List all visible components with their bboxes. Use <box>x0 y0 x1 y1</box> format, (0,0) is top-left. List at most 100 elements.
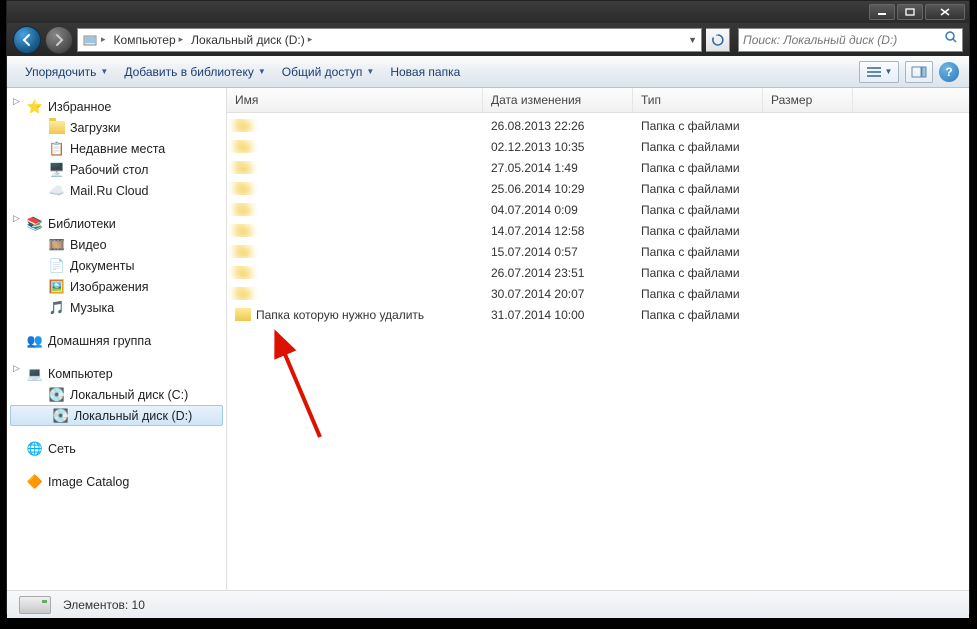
file-row[interactable]: 30.07.2014 20:07Папка с файлами <box>227 283 969 304</box>
file-date-cell: 04.07.2014 0:09 <box>483 203 633 217</box>
column-headers: Имя Дата изменения Тип Размер <box>227 88 969 113</box>
address-text: Компьютер <box>114 33 176 47</box>
address-segment-computer[interactable]: Компьютер▸ <box>110 29 188 51</box>
image-icon: 🖼️ <box>49 279 65 295</box>
explorer-window: ▸ Компьютер▸ Локальный диск (D:)▸ ▼ Упор… <box>6 0 970 614</box>
tree-drive-c[interactable]: 💽Локальный диск (C:) <box>7 384 226 405</box>
address-text: Локальный диск (D:) <box>191 33 305 47</box>
status-bar: Элементов: 10 <box>7 590 969 618</box>
desktop-icon: 🖥️ <box>49 162 65 178</box>
tree-images[interactable]: 🖼️Изображения <box>7 276 226 297</box>
back-button[interactable] <box>13 26 41 54</box>
tree-videos[interactable]: 🎞️Видео <box>7 234 226 255</box>
help-button[interactable]: ? <box>939 62 959 82</box>
navigation-pane: ▷⭐Избранное Загрузки 📋Недавние места 🖥️Р… <box>7 88 227 590</box>
network-icon: 🌐 <box>27 441 43 457</box>
close-button[interactable] <box>925 4 965 20</box>
column-size[interactable]: Размер <box>763 88 853 112</box>
file-date-cell: 26.07.2014 23:51 <box>483 266 633 280</box>
new-folder-button[interactable]: Новая папка <box>382 61 468 83</box>
tree-network[interactable]: 🌐Сеть <box>7 438 226 459</box>
folder-icon <box>235 182 251 195</box>
tree-favorites[interactable]: ⭐Избранное <box>7 96 226 117</box>
folder-icon <box>235 245 251 258</box>
file-row[interactable]: 15.07.2014 0:57Папка с файлами <box>227 241 969 262</box>
view-mode-button[interactable]: ▼ <box>859 61 899 83</box>
folder-icon <box>235 161 251 174</box>
file-row[interactable]: 02.12.2013 10:35Папка с файлами <box>227 136 969 157</box>
file-row[interactable]: Папка которую нужно удалить31.07.2014 10… <box>227 304 969 325</box>
file-name-cell: Папка которую нужно удалить <box>227 308 483 322</box>
folder-icon <box>235 203 251 216</box>
tree-libraries[interactable]: 📚Библиотеки <box>7 213 226 234</box>
tree-music[interactable]: 🎵Музыка <box>7 297 226 318</box>
tree-drive-d[interactable]: 💽Локальный диск (D:) <box>10 405 223 426</box>
computer-icon: 💻 <box>27 366 43 382</box>
minimize-button[interactable] <box>869 4 895 20</box>
tree-downloads[interactable]: Загрузки <box>7 117 226 138</box>
file-row[interactable]: 26.08.2013 22:26Папка с файлами <box>227 115 969 136</box>
refresh-button[interactable] <box>706 28 730 52</box>
address-segment-drive[interactable]: Локальный диск (D:)▸ <box>187 29 316 51</box>
folder-icon <box>235 119 251 132</box>
column-date[interactable]: Дата изменения <box>483 88 633 112</box>
share-button[interactable]: Общий доступ▼ <box>274 61 383 83</box>
file-type-cell: Папка с файлами <box>633 245 763 259</box>
file-name-cell <box>227 161 483 174</box>
tree-image-catalog[interactable]: 🔶Image Catalog <box>7 471 226 492</box>
tree-computer[interactable]: 💻Компьютер <box>7 363 226 384</box>
address-root-icon[interactable]: ▸ <box>78 29 110 51</box>
column-type[interactable]: Тип <box>633 88 763 112</box>
search-input[interactable] <box>743 33 944 47</box>
status-item-count: Элементов: 10 <box>63 598 145 612</box>
file-name-cell <box>227 203 483 216</box>
maximize-button[interactable] <box>897 4 923 20</box>
tree-desktop[interactable]: 🖥️Рабочий стол <box>7 159 226 180</box>
address-dropdown-icon[interactable]: ▼ <box>684 29 701 51</box>
file-row[interactable]: 04.07.2014 0:09Папка с файлами <box>227 199 969 220</box>
tree-toggle-icon[interactable]: ▷ <box>13 363 20 374</box>
folder-icon <box>235 140 251 153</box>
file-type-cell: Папка с файлами <box>633 119 763 133</box>
homegroup-icon: 👥 <box>27 333 43 349</box>
tree-documents[interactable]: 📄Документы <box>7 255 226 276</box>
file-name-cell <box>227 182 483 195</box>
file-date-cell: 15.07.2014 0:57 <box>483 245 633 259</box>
file-row[interactable]: 25.06.2014 10:29Папка с файлами <box>227 178 969 199</box>
file-name-cell <box>227 266 483 279</box>
file-type-cell: Папка с файлами <box>633 266 763 280</box>
address-bar[interactable]: ▸ Компьютер▸ Локальный диск (D:)▸ ▼ <box>77 28 702 52</box>
drive-icon: 💽 <box>49 387 65 403</box>
file-type-cell: Папка с файлами <box>633 203 763 217</box>
preview-pane-button[interactable] <box>905 61 933 83</box>
file-type-cell: Папка с файлами <box>633 308 763 322</box>
drive-icon: 💽 <box>53 408 69 424</box>
file-date-cell: 25.06.2014 10:29 <box>483 182 633 196</box>
file-rows: 26.08.2013 22:26Папка с файлами 02.12.20… <box>227 113 969 327</box>
file-type-cell: Папка с файлами <box>633 287 763 301</box>
tree-toggle-icon[interactable]: ▷ <box>13 96 20 107</box>
tree-homegroup[interactable]: 👥Домашняя группа <box>7 330 226 351</box>
search-box[interactable] <box>738 28 963 52</box>
file-type-cell: Папка с файлами <box>633 182 763 196</box>
file-row[interactable]: 14.07.2014 12:58Папка с файлами <box>227 220 969 241</box>
file-date-cell: 31.07.2014 10:00 <box>483 308 633 322</box>
tree-recent-places[interactable]: 📋Недавние места <box>7 138 226 159</box>
file-name-cell <box>227 287 483 300</box>
library-icon: 📚 <box>27 216 43 232</box>
cloud-icon: ☁️ <box>49 183 65 199</box>
file-name-cell <box>227 224 483 237</box>
file-row[interactable]: 26.07.2014 23:51Папка с файлами <box>227 262 969 283</box>
music-icon: 🎵 <box>49 300 65 316</box>
column-name[interactable]: Имя <box>227 88 483 112</box>
file-name-cell <box>227 119 483 132</box>
organize-button[interactable]: Упорядочить▼ <box>17 61 116 83</box>
file-name-cell <box>227 140 483 153</box>
search-icon[interactable] <box>944 30 958 49</box>
forward-button[interactable] <box>45 26 73 54</box>
tree-toggle-icon[interactable]: ▷ <box>13 213 20 224</box>
folder-icon <box>235 224 251 237</box>
tree-mailru-cloud[interactable]: ☁️Mail.Ru Cloud <box>7 180 226 201</box>
file-row[interactable]: 27.05.2014 1:49Папка с файлами <box>227 157 969 178</box>
add-to-library-button[interactable]: Добавить в библиотеку▼ <box>116 61 273 83</box>
